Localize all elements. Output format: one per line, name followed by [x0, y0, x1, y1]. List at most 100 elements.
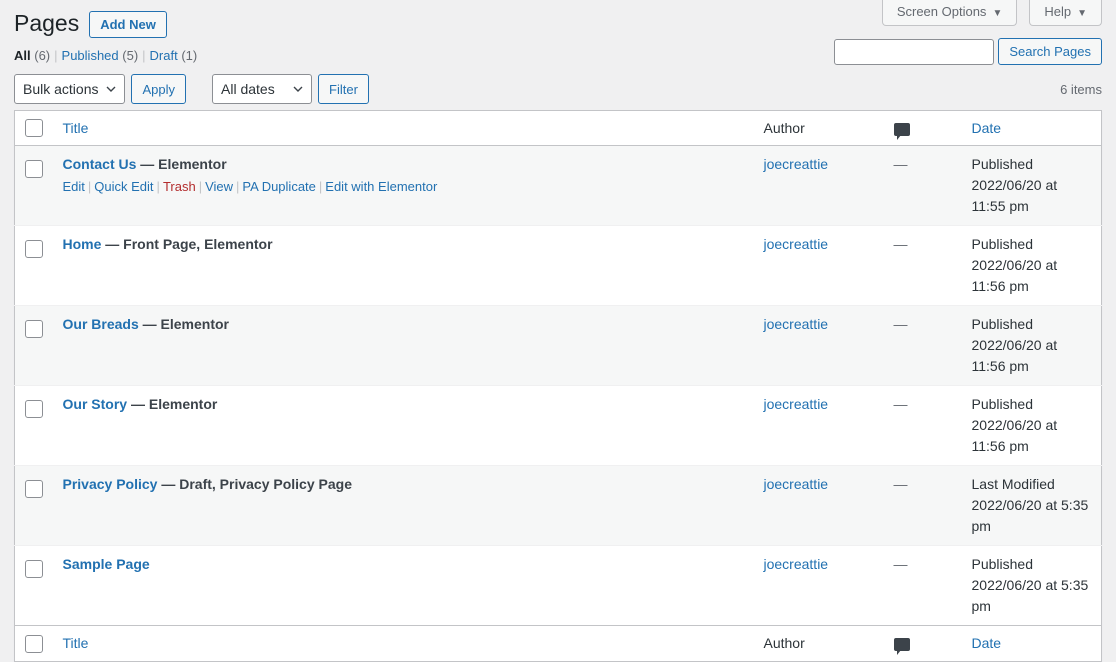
row-action-edit-with-elementor[interactable]: Edit with Elementor — [325, 179, 437, 194]
row-action-view[interactable]: View — [205, 179, 233, 194]
page-title-link[interactable]: Home — [63, 236, 102, 252]
page-title-link[interactable]: Our Breads — [63, 316, 139, 332]
status-filter-all[interactable]: All (6) — [14, 48, 50, 63]
row-action-trash[interactable]: Trash — [163, 179, 196, 194]
table-foot: Title Author Date — [14, 625, 1102, 662]
sort-by-date-link[interactable]: Date — [972, 635, 1002, 651]
row-select-cell — [14, 385, 53, 466]
comments-count: — — [893, 476, 908, 493]
apply-button[interactable]: Apply — [131, 74, 187, 104]
select-all-header — [14, 110, 53, 147]
row-checkbox[interactable] — [25, 559, 43, 578]
row-checkbox[interactable] — [25, 479, 43, 498]
sort-by-title-link[interactable]: Title — [63, 635, 89, 651]
page-title-link[interactable]: Contact Us — [63, 156, 137, 172]
column-header-comments[interactable] — [883, 110, 962, 147]
row-select-cell — [14, 305, 53, 386]
help-button[interactable]: Help ▼ — [1029, 0, 1102, 26]
date-value: 2022/06/20 at 11:55 pm — [971, 177, 1058, 215]
author-link[interactable]: joecreattie — [764, 396, 829, 412]
chevron-down-icon: ▼ — [992, 8, 1003, 19]
row-action-edit[interactable]: Edit — [63, 179, 85, 194]
row-author-cell: joecreattie — [753, 465, 884, 546]
row-action-pa-duplicate[interactable]: PA Duplicate — [242, 179, 315, 194]
row-comments-cell: — — [883, 225, 962, 306]
search-input[interactable] — [834, 38, 995, 65]
screen-options-button[interactable]: Screen Options ▼ — [881, 0, 1018, 26]
date-value: 2022/06/20 at 5:35 pm — [971, 497, 1089, 535]
date-status: Last Modified — [971, 476, 1055, 493]
row-comments-cell: — — [883, 145, 962, 226]
column-footer-date[interactable]: Date — [961, 625, 1102, 662]
table-row: Contact Us — Elementor Edit | Quick Edit | T… — [14, 145, 1102, 226]
column-header-title[interactable]: Title — [52, 110, 754, 147]
page-state: — Elementor — [130, 396, 218, 413]
status-filter-draft-link[interactable]: Draft — [150, 48, 178, 63]
column-footer-comments[interactable] — [883, 625, 962, 662]
add-new-button[interactable]: Add New — [89, 10, 167, 38]
page-title-link[interactable]: Privacy Policy — [63, 476, 158, 492]
row-checkbox[interactable] — [25, 319, 43, 338]
help-label: Help — [1044, 4, 1072, 19]
column-header-author: Author — [753, 110, 884, 147]
date-status: Published — [971, 156, 1034, 173]
author-link[interactable]: joecreattie — [764, 316, 829, 332]
row-actions — [63, 255, 744, 278]
comment-bubble-icon[interactable] — [893, 122, 910, 140]
row-author-cell: joecreattie — [753, 305, 884, 386]
status-filter-published-link[interactable]: Published — [62, 48, 119, 63]
column-header-date[interactable]: Date — [961, 110, 1102, 147]
date-value: 2022/06/20 at 11:56 pm — [971, 337, 1058, 375]
row-title-cell: Home — Front Page, Elementor — [52, 225, 754, 306]
table-row: Home — Front Page, Elementor joecreattie… — [14, 225, 1102, 306]
row-checkbox[interactable] — [25, 159, 43, 178]
status-filter-published[interactable]: Published (5) — [62, 48, 139, 63]
select-all-checkbox[interactable] — [25, 634, 43, 653]
row-select-cell — [14, 545, 53, 626]
row-date-cell: Published 2022/06/20 at 11:56 pm — [961, 385, 1102, 466]
row-select-cell — [14, 465, 53, 546]
row-date-cell: Published 2022/06/20 at 11:55 pm — [961, 145, 1102, 226]
row-actions — [63, 415, 744, 438]
row-select-cell — [14, 145, 53, 226]
row-title-cell: Sample Page — [52, 545, 754, 626]
bulk-actions-value: Bulk actions — [23, 81, 99, 97]
date-value: 2022/06/20 at 5:35 pm — [971, 577, 1089, 615]
sort-by-title-link[interactable]: Title — [63, 120, 89, 136]
row-action-quick-edit[interactable]: Quick Edit — [94, 179, 153, 194]
bulk-actions-select[interactable]: Bulk actions — [14, 74, 126, 104]
author-link[interactable]: joecreattie — [764, 476, 829, 492]
page-title-link[interactable]: Our Story — [63, 396, 128, 412]
row-checkbox[interactable] — [25, 239, 43, 258]
date-status: Published — [971, 236, 1034, 253]
row-comments-cell: — — [883, 545, 962, 626]
date-value: 2022/06/20 at 11:56 pm — [971, 417, 1058, 455]
comment-bubble-icon[interactable] — [893, 638, 910, 656]
select-all-checkbox[interactable] — [25, 119, 43, 138]
comments-count: — — [893, 396, 908, 413]
date-status: Published — [971, 316, 1034, 333]
chevron-down-icon — [106, 86, 116, 92]
table-header-row: Title Author Date — [14, 110, 1102, 147]
status-filter-draft[interactable]: Draft (1) — [150, 48, 198, 63]
column-footer-title[interactable]: Title — [52, 625, 754, 662]
filter-button[interactable]: Filter — [318, 74, 369, 104]
tablenav-controls: Bulk actions Apply All dates Filter — [14, 74, 369, 104]
comments-count: — — [893, 156, 908, 173]
author-link[interactable]: joecreattie — [764, 556, 829, 572]
row-date-cell: Published 2022/06/20 at 11:56 pm — [961, 305, 1102, 386]
column-footer-author: Author — [753, 625, 884, 662]
row-date-cell: Last Modified 2022/06/20 at 5:35 pm — [961, 465, 1102, 546]
status-filter-all-link[interactable]: All — [14, 48, 31, 63]
sort-by-date-link[interactable]: Date — [972, 120, 1002, 136]
row-checkbox[interactable] — [25, 399, 43, 418]
page-title-link[interactable]: Sample Page — [63, 556, 150, 572]
date-filter-select[interactable]: All dates — [212, 74, 313, 104]
search-pages-button[interactable]: Search Pages — [998, 38, 1102, 65]
status-filter-separator: | — [54, 48, 58, 63]
author-link[interactable]: joecreattie — [764, 156, 829, 172]
pages-admin-wrap: Pages Add New All (6) | Published (5) | … — [0, 0, 1116, 662]
author-link[interactable]: joecreattie — [764, 236, 829, 252]
page-state: — Elementor — [142, 316, 229, 333]
pages-list-table: Title Author Date Contact Us — Elementor… — [14, 110, 1102, 662]
